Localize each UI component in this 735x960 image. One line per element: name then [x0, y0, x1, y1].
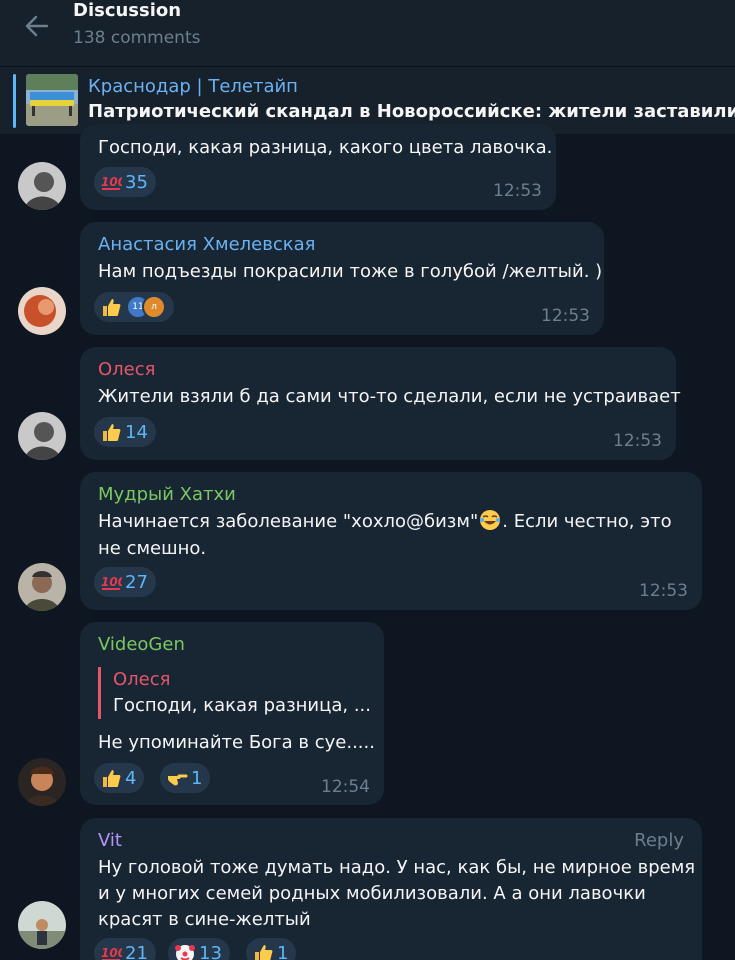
pinned-channel-name: Краснодар | Телетайп [88, 76, 298, 97]
reaction-count: 14 [125, 421, 148, 443]
header-bar: Discussion 138 comments [0, 0, 735, 66]
reaction-pill[interactable]: 11 л [94, 292, 174, 322]
reply-button[interactable]: Reply [634, 830, 684, 851]
reaction-pill[interactable]: 4 [94, 763, 145, 793]
quote-author: Олеся [113, 669, 171, 690]
svg-text:100: 100 [101, 575, 122, 589]
pointing-hand-icon [166, 767, 188, 789]
reaction-count: 4 [125, 767, 137, 789]
page-title: Discussion [73, 0, 182, 21]
reaction-pill[interactable]: 1 [160, 763, 211, 793]
message-text: красят в сине-желтый [98, 909, 311, 930]
hundred-points-icon: 100 [100, 571, 122, 593]
message-text: Жители взяли б да сами что-то сделали, е… [98, 386, 681, 407]
message-text: Ну головой тоже думать надо. У нас, как … [98, 857, 696, 878]
pinned-thumbnail [26, 74, 78, 126]
reactors-avatars: 11 л [126, 295, 166, 319]
hundred-points-icon: 100 [100, 942, 122, 960]
message-author[interactable]: Анастасия Хмелевская [98, 234, 315, 255]
reaction-count: 13 [199, 942, 222, 960]
reactor-avatar: л [142, 295, 166, 319]
thumbs-up-icon [252, 942, 274, 960]
reaction-count: 35 [125, 171, 148, 193]
message-text: и у многих семей родных мобилизовали. А … [98, 883, 646, 904]
reply-quote[interactable]: Олеся Господи, какая разница, ... [98, 667, 371, 719]
svg-text:100: 100 [101, 175, 122, 189]
avatar[interactable] [18, 162, 66, 210]
reaction-pill[interactable]: 13 [168, 938, 230, 960]
thumbs-up-icon [100, 767, 122, 789]
reaction-pill[interactable]: 100 27 [94, 567, 156, 597]
clown-face-icon [174, 942, 196, 960]
avatar[interactable] [18, 758, 66, 806]
thumbs-up-icon [100, 296, 122, 318]
thumbs-up-icon [100, 421, 122, 443]
laughing-emoji-icon [478, 509, 502, 531]
message-bubble[interactable]: Олеся Жители взяли б да сами что-то сдел… [80, 347, 681, 460]
message-text: . Если честно, это [502, 511, 672, 532]
reaction-pill[interactable]: 14 [94, 417, 156, 447]
message-time: 12:53 [541, 306, 590, 326]
reaction-pill[interactable]: 100 21 [94, 938, 156, 960]
message-time: 12:54 [321, 777, 370, 797]
reaction-pill[interactable]: 100 35 [94, 167, 156, 197]
hundred-points-icon: 100 [100, 171, 122, 193]
pinned-accent-bar [13, 74, 16, 128]
avatar[interactable] [18, 563, 66, 611]
message-time: 12:53 [493, 181, 542, 201]
message-author[interactable]: VideoGen [98, 634, 185, 655]
reaction-count: 21 [125, 942, 148, 960]
message-text: Не упоминайте Бога в суе..... [98, 732, 375, 753]
reaction-count: 27 [125, 571, 148, 593]
discussion-window: Discussion 138 comments Краснодар | Теле… [0, 0, 735, 960]
reaction-count: 1 [191, 767, 203, 789]
message-author[interactable]: Мудрый Хатхи [98, 484, 236, 505]
message-text: не смешно. [98, 538, 207, 559]
message-author[interactable]: Олеся [98, 359, 155, 380]
reaction-pill[interactable]: 1 [246, 938, 297, 960]
message-time: 12:53 [639, 581, 688, 601]
message-bubble[interactable]: Vit Reply Ну головой тоже думать надо. У… [80, 818, 702, 960]
message-text: Начинается заболевание "хохло@бизм" [98, 511, 479, 532]
message-author[interactable]: Vit [98, 830, 122, 851]
message-text: Нам подъезды покрасили тоже в голубой /ж… [98, 261, 603, 282]
message-time: 12:53 [613, 431, 662, 451]
quote-text: Господи, какая разница, ... [113, 695, 371, 716]
message-bubble[interactable]: Анастасия Хмелевская Нам подъезды покрас… [80, 222, 604, 335]
avatar[interactable] [18, 901, 66, 949]
arrow-left-icon [25, 15, 49, 37]
comment-count: 138 comments [73, 28, 201, 48]
pinned-post-text: Патриотический скандал в Новороссийске: … [88, 101, 735, 122]
message-bubble[interactable]: VideoGen Олеся Господи, какая разница, .… [80, 622, 384, 805]
reaction-count: 1 [277, 942, 289, 960]
avatar[interactable] [18, 287, 66, 335]
message-text-line: Начинается заболевание "хохло@бизм" . Есл… [98, 508, 672, 535]
avatar[interactable] [18, 412, 66, 460]
message-bubble[interactable]: Господи, какая разница, какого цвета лав… [80, 124, 556, 210]
message-text: Господи, какая разница, какого цвета лав… [98, 137, 553, 158]
message-bubble[interactable]: Мудрый Хатхи Начинается заболевание "хох… [80, 472, 702, 610]
svg-text:100: 100 [101, 946, 122, 960]
back-button[interactable] [22, 11, 52, 41]
